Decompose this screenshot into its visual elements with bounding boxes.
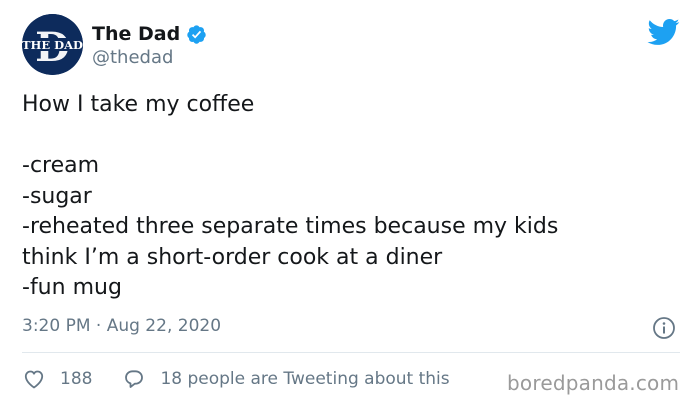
like-count[interactable]: 188: [60, 369, 92, 389]
divider: [22, 352, 680, 353]
tweet-card: D THE DAD The Dad @thedad How I take my …: [0, 0, 700, 406]
verified-badge-icon: [187, 24, 206, 44]
author-handle[interactable]: @thedad: [92, 47, 173, 69]
tweet-text: How I take my coffee -cream -sugar -rehe…: [22, 90, 662, 304]
avatar[interactable]: D THE DAD: [22, 14, 83, 75]
avatar-logo: D THE DAD: [22, 14, 83, 75]
watermark: boredpanda.com: [507, 371, 680, 395]
heart-icon[interactable]: [22, 367, 46, 391]
tweet-line: -reheated three separate times because m…: [22, 214, 559, 239]
twitter-bird-icon[interactable]: [646, 18, 680, 46]
tweeting-about-link[interactable]: 18 people are Tweeting about this: [160, 369, 449, 389]
tweet-line: How I take my coffee: [22, 92, 255, 117]
tweet-line: -cream: [22, 153, 100, 178]
action-row: 188 18 people are Tweeting about this: [22, 366, 450, 392]
tweet-line: -fun mug: [22, 275, 122, 300]
avatar-text: THE DAD: [22, 38, 83, 52]
tweet-line: think I’m a short-order cook at a diner: [22, 244, 443, 270]
author-name[interactable]: The Dad: [92, 22, 207, 46]
timestamp[interactable]: 3:20 PM · Aug 22, 2020: [22, 315, 221, 337]
tweet-line: [22, 121, 662, 152]
author-name-label[interactable]: The Dad: [92, 22, 180, 46]
info-icon[interactable]: [652, 316, 676, 340]
tweet-line: -sugar: [22, 183, 92, 209]
speech-bubble-icon[interactable]: [122, 367, 146, 391]
